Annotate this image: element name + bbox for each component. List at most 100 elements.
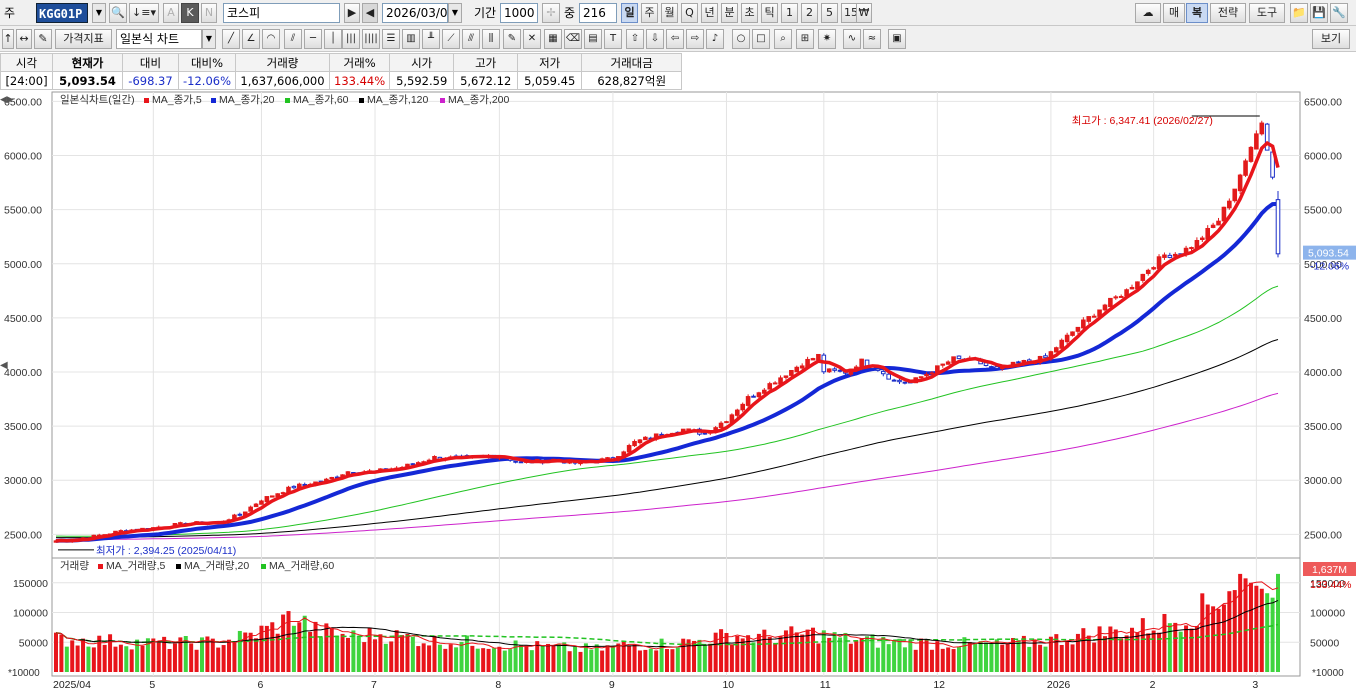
wave1-tool-icon[interactable]: ∿ (843, 29, 861, 49)
arrow-up-icon[interactable]: ⇧ (626, 29, 644, 49)
up-arrow-icon[interactable]: ↑ (2, 29, 14, 49)
volume-bar (454, 647, 459, 672)
volume-bar (70, 640, 75, 672)
volume-bar (643, 649, 648, 672)
volume-bar (475, 648, 480, 672)
period-button-5[interactable]: 분 (721, 3, 738, 23)
cross-tool-icon[interactable]: ✕ (523, 29, 541, 49)
chart-type-select[interactable]: 일본식 차트 (116, 29, 202, 49)
strategy-button[interactable]: 전략 (1210, 3, 1246, 23)
search-icon[interactable]: 🔍 (109, 3, 127, 23)
grid5-tool-icon[interactable]: ╨ (422, 29, 440, 49)
view-button[interactable]: 보기 (1312, 29, 1350, 49)
rect-tool-icon[interactable]: □ (752, 29, 770, 49)
volume-bar (491, 648, 496, 672)
text-tool-icon[interactable]: T (604, 29, 622, 49)
period-button-6[interactable]: 초 (741, 3, 758, 23)
save-icon[interactable]: 💾 (1310, 3, 1328, 23)
volume-bar (951, 649, 956, 672)
volume-bar (102, 644, 107, 672)
next-arrow-icon[interactable]: ▶ (344, 3, 360, 23)
refresh-icon[interactable]: ✢ (542, 3, 560, 23)
won-icon[interactable]: ₩ (856, 3, 872, 23)
angle-tool-icon[interactable]: ∠ (242, 29, 260, 49)
period-button-3[interactable]: Q (681, 3, 698, 23)
settings-chart-icon[interactable]: ▣ (888, 29, 906, 49)
period-button-2[interactable]: 월 (661, 3, 678, 23)
symbol-code-input[interactable]: KGG01P (36, 3, 88, 23)
arrow-left-icon[interactable]: ⇦ (666, 29, 684, 49)
period-button-4[interactable]: 년 (701, 3, 718, 23)
period-button-9[interactable]: 2 (801, 3, 818, 23)
quote-value-3: -12.06% (178, 71, 236, 90)
candle-body (740, 403, 745, 411)
price-indicator-button[interactable]: 가격지표 (55, 29, 112, 49)
color-tool-icon[interactable]: ▦ (544, 29, 562, 49)
price-tick-label-right: 3500.00 (1304, 421, 1342, 433)
channel-tool-icon[interactable]: ⫻ (462, 29, 480, 49)
x-month-label: 2026 (1047, 679, 1071, 691)
zoom-tool-icon[interactable]: ⌕ (774, 29, 792, 49)
symbol-dropdown-button[interactable]: ▼ (92, 3, 106, 23)
count-input[interactable]: 216 (579, 3, 617, 23)
symbol-name-field[interactable]: 코스피 (223, 3, 340, 23)
buy-button[interactable]: 매 (1163, 3, 1185, 23)
date-input[interactable]: 2026/03/04 (382, 3, 448, 23)
a-button[interactable]: A (163, 3, 179, 23)
edit-icon[interactable]: ✎ (34, 29, 52, 49)
n-button[interactable]: N (201, 3, 217, 23)
period-button-0[interactable]: 일 (621, 3, 638, 23)
volume-bar (1270, 597, 1275, 672)
candlestick-chart[interactable]: 2500.00 2500.00 3000.00 3000.00 3500.00 3500.… (0, 90, 1356, 692)
cloud-icon[interactable]: ☁ (1135, 3, 1161, 23)
sort-icon[interactable]: ↓≡▾ (129, 3, 159, 23)
folder-icon[interactable]: 📁 (1290, 3, 1308, 23)
volume-bar (724, 632, 729, 672)
period-button-8[interactable]: 1 (781, 3, 798, 23)
volume-bar (919, 638, 924, 672)
wave2-tool-icon[interactable]: ≈ (863, 29, 881, 49)
period-button-10[interactable]: 5 (821, 3, 838, 23)
period-button-1[interactable]: 주 (641, 3, 658, 23)
note-tool-icon[interactable]: ▤ (584, 29, 602, 49)
period-button-7[interactable]: 틱 (761, 3, 778, 23)
circle-tool-icon[interactable]: ○ (732, 29, 750, 49)
grid4-tool-icon[interactable]: ▥ (402, 29, 420, 49)
volume-bar (1032, 639, 1037, 672)
price-tick-label-right: 5500.00 (1304, 205, 1342, 217)
period-input[interactable]: 1000 (500, 3, 538, 23)
parallel-tool-icon[interactable]: ⫼ (482, 29, 500, 49)
k-button[interactable]: K (181, 3, 199, 23)
arrow-down-icon[interactable]: ⇩ (646, 29, 664, 49)
grid2-tool-icon[interactable]: |||| (362, 29, 380, 49)
magic-tool-icon[interactable]: ✷ (818, 29, 836, 49)
hline-tool-icon[interactable]: ─ (304, 29, 322, 49)
candle-body (253, 503, 259, 508)
volume-bar (1248, 582, 1253, 672)
date-dropdown-button[interactable]: ▼ (448, 3, 462, 23)
wrench-icon[interactable]: 🔧 (1330, 3, 1348, 23)
eraser-tool-icon[interactable]: ⌫ (564, 29, 582, 49)
fan-tool-icon[interactable]: ⫽ (284, 29, 302, 49)
candle-body (1086, 316, 1092, 322)
fit-tool-icon[interactable]: ⊞ (796, 29, 814, 49)
volume-bar (118, 644, 123, 672)
multi-button[interactable]: 복 (1186, 3, 1208, 23)
vline-tool-icon[interactable]: │ (324, 29, 342, 49)
prev-arrow-icon[interactable]: ◀ (362, 3, 378, 23)
pencil-tool-icon[interactable]: ✎ (503, 29, 521, 49)
tools-button[interactable]: 도구 (1249, 3, 1285, 23)
trend-tool-icon[interactable]: ⟋ (442, 29, 460, 49)
grid1-tool-icon[interactable]: ||| (342, 29, 360, 49)
volume-bar (405, 633, 410, 672)
expand-icon[interactable]: ↔ (16, 29, 32, 49)
line-tool-icon[interactable]: ╱ (222, 29, 240, 49)
arc-tool-icon[interactable]: ◠ (262, 29, 280, 49)
arrow-right-icon[interactable]: ⇨ (686, 29, 704, 49)
chart-type-dropdown[interactable]: ▼ (202, 29, 216, 49)
grid3-tool-icon[interactable]: ☰ (382, 29, 400, 49)
x-month-label: 7 (371, 679, 377, 691)
volume-bar (881, 637, 886, 672)
volume-bar (264, 625, 269, 672)
doc-icon[interactable]: ♪ (706, 29, 724, 49)
